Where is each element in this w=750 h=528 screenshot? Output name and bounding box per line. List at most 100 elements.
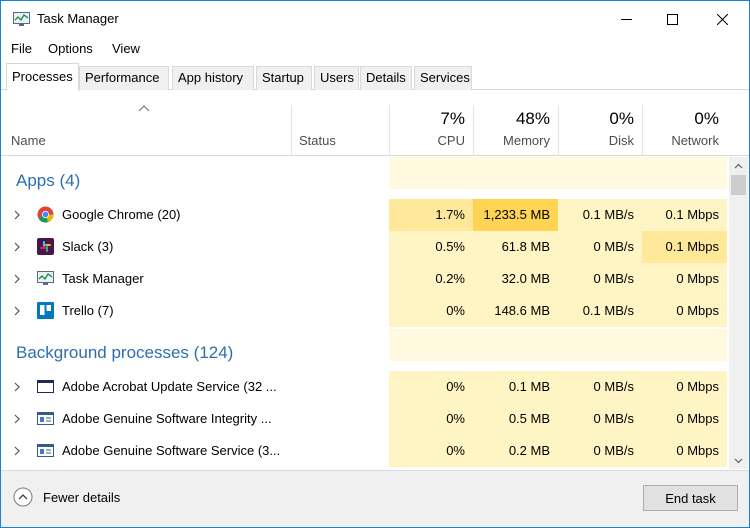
cpu-label: CPU xyxy=(437,133,465,148)
minimize-icon xyxy=(620,18,632,20)
tab-services[interactable]: Services xyxy=(414,66,472,90)
cell-cpu xyxy=(389,329,473,361)
cell-network: 0.1 Mbps xyxy=(642,199,727,231)
network-value: 0 Mbps xyxy=(676,379,719,394)
cell-cpu: 0.5% xyxy=(389,231,473,263)
tab-users[interactable]: Users xyxy=(314,66,359,90)
fewer-details-label: Fewer details xyxy=(43,490,121,505)
cell-network xyxy=(642,329,727,361)
scroll-thumb[interactable] xyxy=(731,175,746,195)
chevron-down-icon xyxy=(734,458,743,463)
tab-performance[interactable]: Performance xyxy=(79,66,169,90)
cell-network: 0 Mbps xyxy=(642,295,727,327)
menu-file[interactable]: File xyxy=(11,41,32,56)
chevron-right-icon[interactable] xyxy=(13,306,21,316)
cell-memory: 0.1 MB xyxy=(473,371,558,403)
cpu-value: 0% xyxy=(446,443,465,458)
cpu-value: 0.5% xyxy=(435,239,465,254)
cell-memory: 1,233.5 MB xyxy=(473,199,558,231)
disk-label: Disk xyxy=(608,133,634,148)
menu-options[interactable]: Options xyxy=(48,41,93,56)
cell-network: 0 Mbps xyxy=(642,371,727,403)
chrome-icon xyxy=(37,206,54,223)
chevron-right-icon[interactable] xyxy=(13,274,21,284)
cell-disk: 0 MB/s xyxy=(558,371,642,403)
cell-cpu xyxy=(389,157,473,189)
slack-icon xyxy=(37,238,54,255)
table-row[interactable]: Google Chrome (20) 1.7% 1,233.5 MB 0.1 M… xyxy=(1,199,727,231)
table-row[interactable]: Adobe Genuine Software Service (3... 0% … xyxy=(1,435,727,467)
process-name: Google Chrome (20) xyxy=(62,207,181,222)
chevron-right-icon[interactable] xyxy=(13,242,21,252)
group-row-apps[interactable]: Apps (4) xyxy=(1,157,727,190)
vertical-scrollbar[interactable] xyxy=(729,157,748,469)
minimize-button[interactable] xyxy=(603,1,649,37)
tab-startup[interactable]: Startup xyxy=(256,66,312,90)
table-row[interactable]: Slack (3) 0.5% 61.8 MB 0 MB/s 0.1 Mbps xyxy=(1,231,727,263)
chevron-right-icon[interactable] xyxy=(13,446,21,456)
disk-total-percent: 0% xyxy=(609,109,634,128)
disk-value: 0 MB/s xyxy=(593,239,634,254)
maximize-button[interactable] xyxy=(649,1,695,37)
group-title-background: Background processes (124) xyxy=(16,343,234,362)
cpu-value: 1.7% xyxy=(435,207,465,222)
table-row[interactable]: Adobe Acrobat Update Service (32 ... 0% … xyxy=(1,371,727,403)
close-button[interactable] xyxy=(699,1,745,37)
network-label: Network xyxy=(671,133,719,148)
process-name: Adobe Genuine Software Integrity ... xyxy=(62,411,272,426)
close-icon xyxy=(716,13,728,25)
network-value: 0.1 Mbps xyxy=(665,207,719,222)
tab-processes[interactable]: Processes xyxy=(6,63,79,91)
footer-bar: Fewer details End task xyxy=(1,470,749,527)
process-name: Adobe Acrobat Update Service (32 ... xyxy=(62,379,277,394)
column-memory[interactable]: 48% Memory xyxy=(473,105,558,155)
column-status[interactable]: Status xyxy=(299,133,336,148)
end-task-button[interactable]: End task xyxy=(643,485,738,511)
scroll-up-button[interactable] xyxy=(729,157,748,174)
cpu-value: 0.2% xyxy=(435,271,465,286)
chevron-right-icon[interactable] xyxy=(13,414,21,424)
table-row[interactable]: Task Manager 0.2% 32.0 MB 0 MB/s 0 Mbps xyxy=(1,263,727,295)
table-row[interactable]: Adobe Genuine Software Integrity ... 0% … xyxy=(1,403,727,435)
column-header: Name Status 7% CPU 48% Memory 0% Disk 0%… xyxy=(1,91,749,156)
memory-label: Memory xyxy=(503,133,550,148)
cell-memory: 148.6 MB xyxy=(473,295,558,327)
memory-value: 32.0 MB xyxy=(501,271,550,286)
cell-network: 0 Mbps xyxy=(642,403,727,435)
tab-details[interactable]: Details xyxy=(360,66,412,90)
table-row[interactable]: Trello (7) 0% 148.6 MB 0.1 MB/s 0 Mbps xyxy=(1,295,727,327)
column-disk[interactable]: 0% Disk xyxy=(558,105,642,155)
chevron-right-icon[interactable] xyxy=(13,382,21,392)
menu-view[interactable]: View xyxy=(112,41,140,56)
memory-total-percent: 48% xyxy=(515,109,550,128)
memory-value: 1,233.5 MB xyxy=(483,207,551,222)
service-window-icon xyxy=(37,412,54,425)
title-bar[interactable]: Task Manager xyxy=(1,1,749,37)
cell-memory: 61.8 MB xyxy=(473,231,558,263)
cell-disk xyxy=(558,157,642,189)
cell-cpu: 0% xyxy=(389,435,473,467)
memory-value: 61.8 MB xyxy=(501,239,550,254)
cpu-value: 0% xyxy=(446,379,465,394)
menu-bar: File Options View xyxy=(1,38,749,60)
network-value: 0 Mbps xyxy=(676,271,719,286)
chevron-up-icon xyxy=(734,163,743,168)
group-row-background[interactable]: Background processes (124) xyxy=(1,329,727,362)
scroll-down-button[interactable] xyxy=(729,452,748,469)
chevron-right-icon[interactable] xyxy=(13,210,21,220)
cell-cpu: 0% xyxy=(389,403,473,435)
column-cpu[interactable]: 7% CPU xyxy=(389,105,473,155)
cell-memory xyxy=(473,157,558,189)
column-name[interactable]: Name xyxy=(11,133,46,148)
collapse-circle-icon xyxy=(13,487,33,507)
cell-disk: 0 MB/s xyxy=(558,231,642,263)
cell-network: 0 Mbps xyxy=(642,435,727,467)
cell-cpu: 0% xyxy=(389,371,473,403)
process-list: Apps (4) Google Chrome (20) 1.7% 1,233.5… xyxy=(1,157,749,469)
cell-memory: 0.5 MB xyxy=(473,403,558,435)
tab-app-history[interactable]: App history xyxy=(172,66,254,90)
column-network[interactable]: 0% Network xyxy=(642,105,727,155)
group-title-apps: Apps (4) xyxy=(16,171,81,190)
sort-ascending-icon xyxy=(138,105,150,112)
cell-disk xyxy=(558,329,642,361)
